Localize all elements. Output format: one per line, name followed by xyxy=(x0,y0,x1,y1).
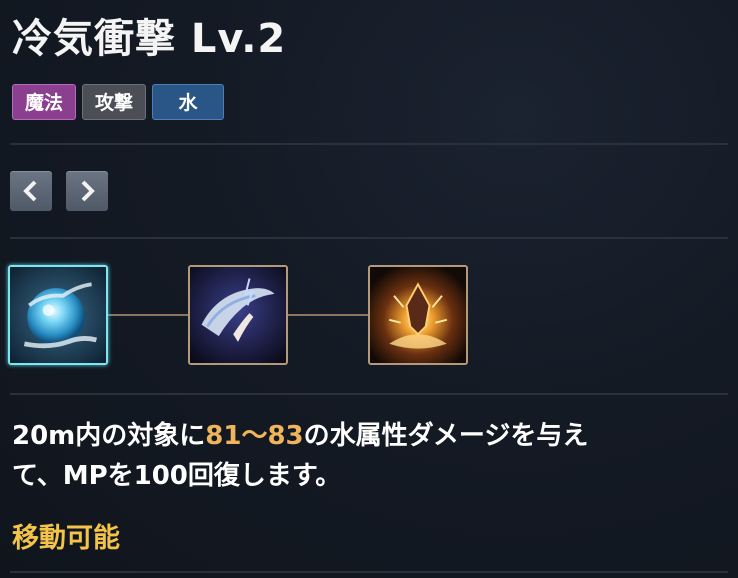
chevron-right-icon xyxy=(81,180,95,202)
damage-value: 81〜83 xyxy=(205,421,304,451)
description-text: の水属性ダメージを与え xyxy=(303,421,589,451)
water-orb-icon xyxy=(10,267,106,363)
divider xyxy=(10,237,728,239)
skill-condition: 移動可能 xyxy=(12,523,120,554)
tag-attack: 攻撃 xyxy=(82,84,147,120)
fire-burst-icon xyxy=(370,267,466,363)
skill-node-water-wave[interactable] xyxy=(188,265,288,365)
skill-description: 20m内の対象に81〜83の水属性ダメージを与えて、MPを100回復します。 xyxy=(12,416,712,496)
skill-title: 冷気衝撃 Lv.2 xyxy=(12,16,287,62)
divider xyxy=(10,571,728,573)
chevron-left-icon xyxy=(23,180,37,202)
skill-node-fire-burst[interactable] xyxy=(368,265,468,365)
tag-magic: 魔法 xyxy=(12,84,77,120)
description-text: て、MPを100回復します。 xyxy=(12,461,342,491)
level-navigation xyxy=(10,171,108,211)
skill-node-water-orb[interactable] xyxy=(8,265,108,365)
divider xyxy=(10,393,728,395)
tree-connector xyxy=(288,314,368,316)
prev-button[interactable] xyxy=(10,171,52,211)
tree-connector xyxy=(108,314,188,316)
water-wave-icon xyxy=(190,267,286,363)
tag-water: 水 xyxy=(152,84,225,120)
skill-tags: 魔法 攻撃 水 xyxy=(12,84,225,120)
description-text: 20m内の対象に xyxy=(12,421,206,451)
skill-tree xyxy=(8,265,478,368)
divider xyxy=(10,143,728,145)
next-button[interactable] xyxy=(66,171,108,211)
